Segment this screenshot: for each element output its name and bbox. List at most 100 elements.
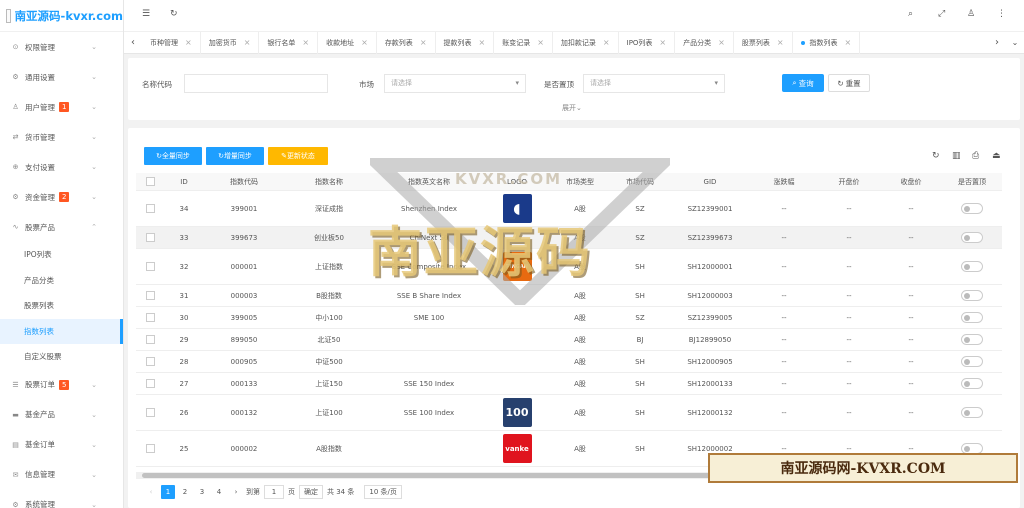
page-size-select[interactable]: 10 条/页 (364, 485, 402, 499)
top-toggle[interactable] (961, 312, 983, 323)
tab-next-icon[interactable]: › (988, 37, 1006, 48)
top-toggle[interactable] (961, 232, 983, 243)
sidebar-item-order[interactable]: ☰ 股票订单 5 ⌄ (0, 370, 123, 400)
sidebar-subitem[interactable]: 股票列表 (0, 293, 123, 319)
close-icon[interactable]: × (603, 38, 610, 47)
top-toggle[interactable] (961, 203, 983, 214)
tab-item[interactable]: 账变记录 × (494, 31, 553, 54)
tab-item[interactable]: 产品分类 × (675, 31, 734, 54)
tab-item[interactable]: 股票列表 × (734, 31, 793, 54)
full-sync-button[interactable]: ↻ 全量同步 (144, 147, 202, 165)
table-row[interactable]: 26 000132 上证100 SSE 100 Index 100 A股 SH SH12000… (136, 395, 1002, 431)
close-icon[interactable]: × (420, 38, 427, 47)
table-row[interactable]: 29 899050 北证50 A股 BJ BJ12899050 -- -- -- (136, 329, 1002, 351)
refresh-table-icon[interactable]: ↻ (932, 151, 940, 161)
row-checkbox[interactable] (145, 408, 155, 417)
close-icon[interactable]: × (845, 38, 852, 47)
menu-fold-icon[interactable]: ☰ (142, 9, 150, 19)
query-button[interactable]: ⌕ 查询 (782, 74, 824, 92)
sidebar-subitem[interactable]: IPO列表 (0, 242, 123, 268)
sidebar-subitem[interactable]: 产品分类 (0, 268, 123, 294)
sidebar-item-fund-product[interactable]: ▬ 基金产品 ⌄ (0, 400, 123, 430)
name-code-input[interactable] (184, 74, 328, 93)
column-header[interactable]: 指数名称 (284, 173, 374, 190)
more-icon[interactable]: ⋮ (997, 9, 1006, 19)
table-row[interactable]: 32 000001 上证指数 SSE Composite Index PINGAN A股 S… (136, 249, 1002, 285)
close-icon[interactable]: × (537, 38, 544, 47)
row-checkbox[interactable] (145, 357, 155, 366)
close-icon[interactable]: × (718, 38, 725, 47)
tab-item[interactable]: 加扣款记录 × (553, 31, 619, 54)
prev-page-icon[interactable]: ‹ (144, 485, 158, 499)
sidebar-item-system[interactable]: ⚙ 系统管理 ⌄ (0, 490, 123, 508)
column-header[interactable]: 是否置顶 (942, 173, 1002, 190)
select-all-checkbox[interactable] (145, 177, 155, 186)
top-toggle[interactable] (961, 290, 983, 301)
tab-item[interactable]: 提款列表 × (436, 31, 495, 54)
table-row[interactable]: 33 399673 创业板50 ChiNext 50 A股 SZ SZ12399673 -- -… (136, 227, 1002, 249)
table-row[interactable]: 31 000003 B股指数 SSE B Share Index A股 SH SH12000… (136, 285, 1002, 307)
close-icon[interactable]: × (185, 38, 192, 47)
page-2[interactable]: 2 (178, 485, 192, 499)
sidebar-item-stock[interactable]: ∿ 股票产品 ⌃ (0, 212, 123, 242)
column-header[interactable]: LOGO (484, 173, 550, 190)
tab-item[interactable]: 加密货币 × (201, 31, 260, 54)
export-icon[interactable]: ⏏ (992, 151, 1001, 161)
tab-item[interactable]: 收款地址 × (318, 31, 377, 54)
tab-prev-icon[interactable]: ‹ (124, 37, 142, 48)
sidebar-item-currency[interactable]: ⇄ 货币管理 ⌄ (0, 122, 123, 152)
horizontal-scrollbar[interactable] (136, 472, 1002, 479)
market-select[interactable]: 请选择 ▾ (384, 74, 526, 93)
top-toggle[interactable] (961, 334, 983, 345)
sidebar-subitem[interactable]: 自定义股票 (0, 344, 123, 370)
column-header[interactable]: ID (164, 173, 204, 190)
top-toggle[interactable] (961, 356, 983, 367)
close-icon[interactable]: × (659, 38, 666, 47)
row-checkbox[interactable] (145, 291, 155, 300)
sidebar-subitem[interactable]: 指数列表 (0, 318, 123, 344)
column-header[interactable]: 市场类型 (550, 173, 610, 190)
fullscreen-icon[interactable]: ⤢ (938, 9, 945, 19)
row-checkbox[interactable] (145, 204, 155, 213)
page-1[interactable]: 1 (161, 485, 175, 499)
page-4[interactable]: 4 (212, 485, 226, 499)
page-3[interactable]: 3 (195, 485, 209, 499)
column-header[interactable]: 开盘价 (818, 173, 880, 190)
expand-toggle[interactable]: 展开⌄ (562, 103, 582, 113)
columns-icon[interactable]: ▥ (952, 151, 961, 161)
next-page-icon[interactable]: › (229, 485, 243, 499)
tab-item[interactable]: 指数列表 × (793, 31, 861, 54)
column-header[interactable]: 收盘价 (880, 173, 942, 190)
row-checkbox[interactable] (145, 233, 155, 242)
scrollbar-thumb[interactable] (142, 473, 982, 478)
print-icon[interactable]: ⎙ (972, 151, 979, 161)
sidebar-item-message[interactable]: ✉ 信息管理 ⌄ (0, 460, 123, 490)
update-status-button[interactable]: ✎ 更新状态 (268, 147, 328, 165)
logo[interactable]: 南亚源码-kvxr.com (0, 0, 123, 32)
top-toggle[interactable] (961, 378, 983, 389)
refresh-icon[interactable]: ↻ (170, 9, 178, 19)
page-input[interactable]: 1 (264, 485, 284, 499)
column-header[interactable]: 涨跌幅 (750, 173, 818, 190)
top-toggle[interactable] (961, 261, 983, 272)
row-checkbox[interactable] (145, 335, 155, 344)
search-icon[interactable]: ⌕ (908, 9, 913, 19)
tab-item[interactable]: 银行名单 × (259, 31, 319, 54)
close-icon[interactable]: × (479, 38, 486, 47)
tab-item[interactable]: 币种管理 × (142, 31, 201, 54)
sidebar-item-payment[interactable]: ⊕ 支付设置 ⌄ (0, 152, 123, 182)
column-header[interactable]: 指数代码 (204, 173, 284, 190)
incremental-sync-button[interactable]: ↻ 增量同步 (206, 147, 264, 165)
user-icon[interactable]: ♙ (967, 9, 975, 19)
table-row[interactable]: 30 399005 中小100 SME 100 A股 SZ SZ12399005 -- -- -- (136, 307, 1002, 329)
reset-button[interactable]: ↻ 重置 (828, 74, 870, 92)
table-row[interactable]: 34 399001 深证成指 Shenzhen Index ◖ A股 SZ SZ1239900… (136, 191, 1002, 227)
top-toggle[interactable] (961, 443, 983, 454)
row-checkbox[interactable] (145, 444, 155, 453)
table-row[interactable]: 28 000905 中证500 A股 SH SH12000905 -- -- -- (136, 351, 1002, 373)
close-icon[interactable]: × (244, 38, 251, 47)
tab-item[interactable]: 存款列表 × (377, 31, 436, 54)
row-checkbox[interactable] (145, 379, 155, 388)
sidebar-item-gear[interactable]: ⚙ 通用设置 ⌄ (0, 62, 123, 92)
table-row[interactable]: 27 000133 上证150 SSE 150 Index A股 SH SH12000133… (136, 373, 1002, 395)
